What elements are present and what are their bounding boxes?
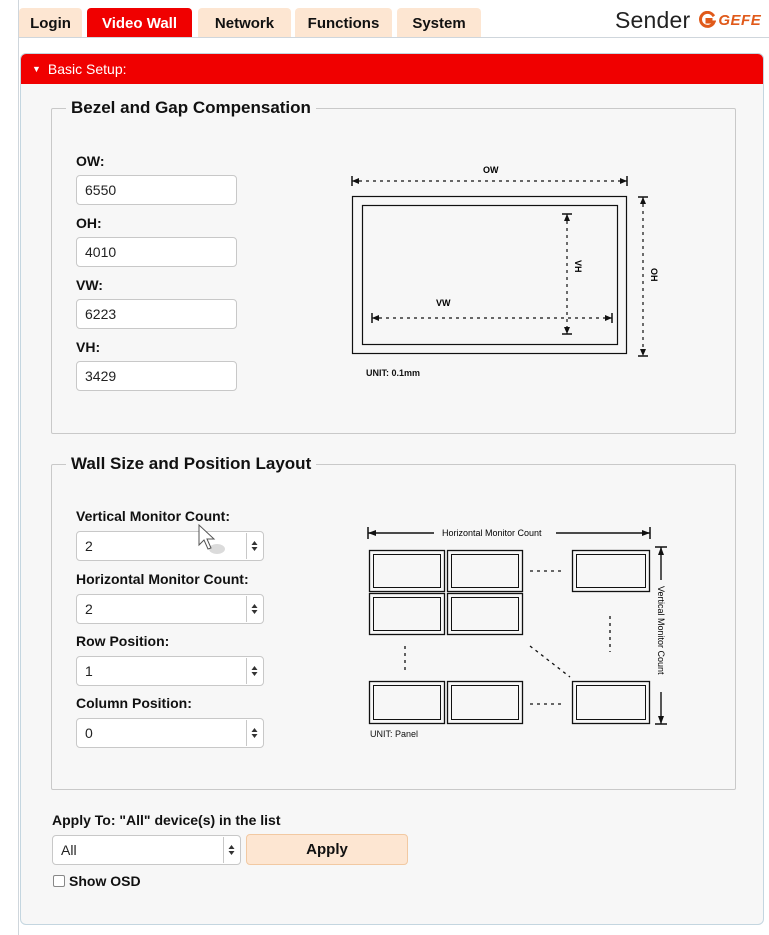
vertical-count-select[interactable]: 2 bbox=[76, 531, 264, 561]
horizontal-count-select[interactable]: 2 bbox=[76, 594, 264, 624]
column-position-select[interactable]: 0 bbox=[76, 718, 264, 748]
vertical-count-diagram-label: Vertical Monitor Count bbox=[656, 586, 666, 675]
gefen-logo-mark-icon bbox=[699, 11, 717, 28]
page-frame: Login Video Wall Network Functions Syste… bbox=[18, 0, 769, 935]
vh-diagram-label: VH bbox=[573, 260, 583, 273]
select-arrows-icon bbox=[246, 658, 261, 684]
bezel-unit-label: UNIT: 0.1mm bbox=[366, 368, 421, 378]
show-osd-label: Show OSD bbox=[69, 873, 141, 889]
bezel-gap-legend: Bezel and Gap Compensation bbox=[71, 98, 311, 117]
select-arrows-icon bbox=[246, 720, 261, 746]
brand: Sender GEFE bbox=[615, 6, 761, 34]
row-position-value: 1 bbox=[85, 663, 93, 679]
column-position-label: Column Position: bbox=[76, 695, 192, 711]
device-role-title: Sender bbox=[615, 6, 691, 33]
wall-layout-legend: Wall Size and Position Layout bbox=[71, 454, 312, 473]
oh-input[interactable] bbox=[76, 237, 237, 267]
select-arrows-icon bbox=[246, 596, 261, 622]
wall-layout-diagram: Horizontal Monitor Count Vertical Monito… bbox=[367, 527, 667, 725]
bezel-gap-fieldset: Bezel and Gap Compensation OW: OH: VW: V… bbox=[51, 98, 736, 434]
select-arrows-icon bbox=[223, 837, 238, 863]
vw-input[interactable] bbox=[76, 299, 237, 329]
gefen-logo: GEFE bbox=[698, 11, 761, 29]
apply-target-select[interactable]: All bbox=[52, 835, 241, 865]
tab-functions[interactable]: Functions bbox=[295, 8, 392, 38]
vw-diagram-label: VW bbox=[436, 298, 451, 308]
show-osd-checkbox[interactable] bbox=[53, 875, 65, 887]
apply-to-label: Apply To: "All" device(s) in the list bbox=[52, 812, 281, 828]
column-position-value: 0 bbox=[85, 725, 93, 741]
ow-input[interactable] bbox=[76, 175, 237, 205]
tab-video-wall[interactable]: Video Wall bbox=[87, 8, 192, 38]
apply-button[interactable]: Apply bbox=[246, 834, 408, 865]
wall-unit-label: UNIT: Panel bbox=[370, 729, 419, 739]
triangle-down-icon: ▼ bbox=[32, 64, 41, 74]
tab-network[interactable]: Network bbox=[198, 8, 291, 38]
tab-bar: Login Video Wall Network Functions Syste… bbox=[19, 0, 769, 38]
horizontal-count-value: 2 bbox=[85, 601, 93, 617]
tab-login[interactable]: Login bbox=[19, 8, 82, 38]
select-arrows-icon bbox=[246, 533, 261, 559]
mouse-cursor-icon bbox=[198, 523, 225, 554]
wall-layout-fieldset: Wall Size and Position Layout Vertical M… bbox=[51, 454, 736, 790]
horizontal-count-label: Horizontal Monitor Count: bbox=[76, 571, 249, 587]
vh-input[interactable] bbox=[76, 361, 237, 391]
row-position-select[interactable]: 1 bbox=[76, 656, 264, 686]
apply-target-value: All bbox=[61, 842, 77, 858]
basic-setup-panel: ▼ Basic Setup: Bezel and Gap Compensatio… bbox=[20, 53, 764, 925]
ow-diagram-label: OW bbox=[483, 165, 499, 175]
horizontal-count-diagram-label: Horizontal Monitor Count bbox=[442, 528, 542, 538]
bezel-inner-screen bbox=[361, 204, 619, 346]
gefen-logo-text: GEFE bbox=[718, 11, 762, 29]
tab-system[interactable]: System bbox=[397, 8, 481, 38]
tab-divider bbox=[19, 37, 769, 38]
basic-setup-header[interactable]: ▼ Basic Setup: bbox=[21, 54, 763, 84]
basic-setup-title: Basic Setup: bbox=[47, 61, 127, 77]
bezel-diagram: OW VW VH OH bbox=[351, 165, 659, 357]
show-osd-option[interactable]: Show OSD bbox=[53, 873, 141, 889]
oh-diagram-label: OH bbox=[649, 268, 659, 282]
vertical-count-label: Vertical Monitor Count: bbox=[76, 508, 230, 524]
bezel-outer-frame bbox=[351, 195, 628, 355]
row-position-label: Row Position: bbox=[76, 633, 170, 649]
vw-label: VW: bbox=[76, 277, 103, 293]
oh-label: OH: bbox=[76, 215, 102, 231]
vh-label: VH: bbox=[76, 339, 101, 355]
ow-label: OW: bbox=[76, 153, 105, 169]
